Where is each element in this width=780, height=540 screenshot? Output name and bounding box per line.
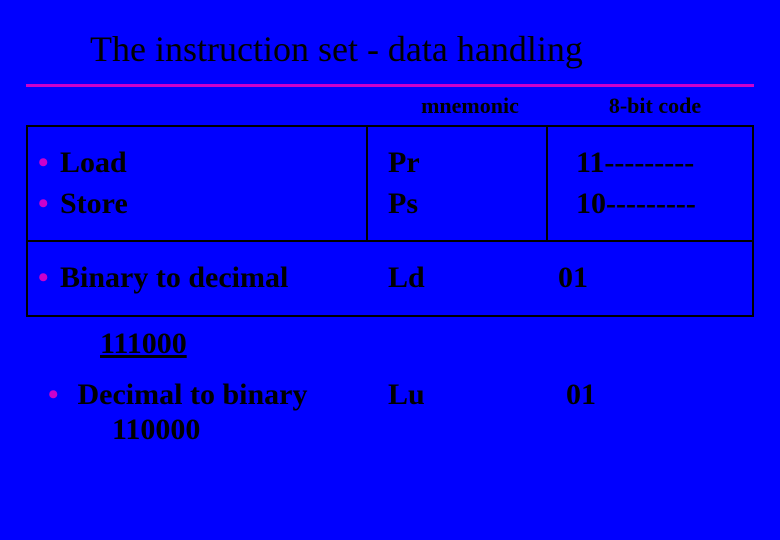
cell-description: •Binary to decimal xyxy=(28,242,368,315)
slide: The instruction set - data handling mnem… xyxy=(0,0,780,540)
title-area: The instruction set - data handling xyxy=(0,0,780,80)
mnemonic-text: Ps xyxy=(388,184,546,225)
code-text: 10--------- xyxy=(576,184,752,225)
cell-description: •Load •Store xyxy=(28,127,368,240)
header-mnemonic: mnemonic xyxy=(380,93,560,119)
instruction-table: •Load •Store Pr Ps 11--------- 10-------… xyxy=(26,125,754,447)
mnemonic-text: Ld xyxy=(388,258,548,299)
slide-title: The instruction set - data handling xyxy=(90,28,740,70)
intermediate-value: 111000 xyxy=(26,317,754,371)
table-row: •Load •Store Pr Ps 11--------- 10-------… xyxy=(26,125,754,242)
desc-text: Load xyxy=(60,146,127,179)
cell-mnemonic: Lu xyxy=(378,371,558,416)
bullet-icon: • xyxy=(48,375,70,416)
code-text: 11--------- xyxy=(576,143,752,184)
column-headers: mnemonic 8-bit code xyxy=(0,87,780,125)
bullet-icon: • xyxy=(38,143,60,184)
code-text: 01 xyxy=(566,375,754,416)
header-code: 8-bit code xyxy=(570,93,740,119)
bullet-icon: • xyxy=(38,258,60,299)
mnemonic-text: Lu xyxy=(388,375,558,416)
mnemonic-text: Pr xyxy=(388,143,546,184)
desc-text: Binary to decimal xyxy=(60,261,288,294)
cell-mnemonic: Pr Ps xyxy=(368,127,548,240)
cell-code: 01 xyxy=(558,371,754,416)
cell-mnemonic: Ld xyxy=(368,242,548,315)
code-text: 01 xyxy=(558,258,752,299)
cell-code: 01 xyxy=(548,242,752,315)
table-row: • Decimal to binary Lu 01 xyxy=(26,371,754,416)
cell-description: • Decimal to binary xyxy=(38,371,378,416)
cell-code: 11--------- 10--------- xyxy=(548,127,752,240)
desc-text: Decimal to binary xyxy=(78,378,308,411)
row3-subvalue: 110000 xyxy=(26,413,754,447)
desc-text: Store xyxy=(60,187,128,220)
table-row: •Binary to decimal Ld 01 xyxy=(26,242,754,317)
bullet-icon: • xyxy=(38,184,60,225)
